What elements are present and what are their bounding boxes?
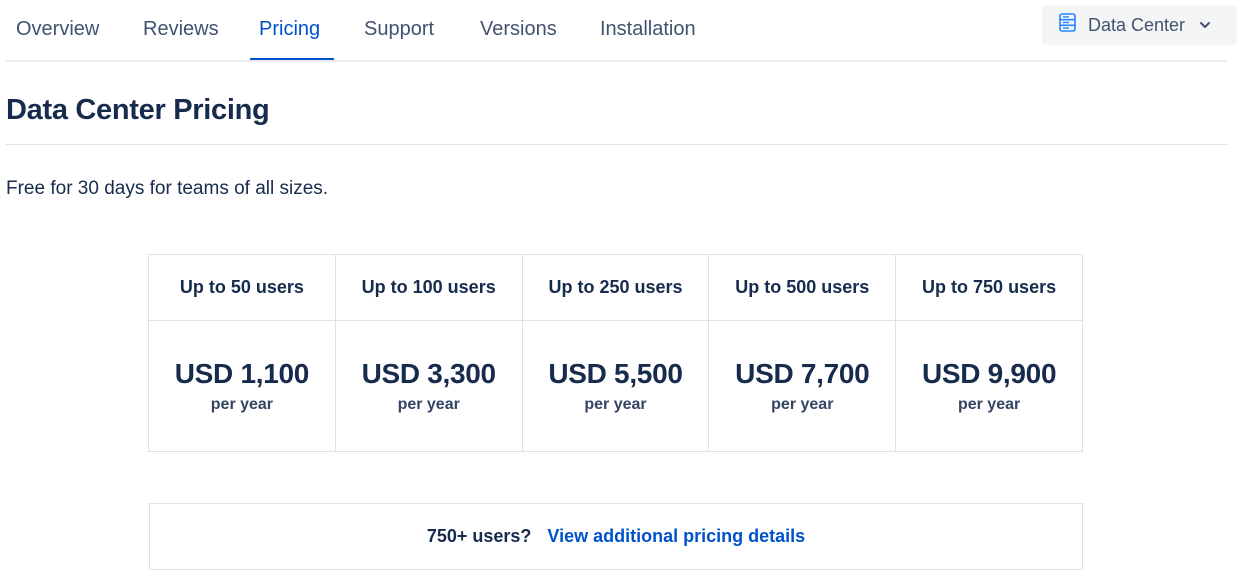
tier-price: USD 7,700 bbox=[735, 358, 869, 390]
pricing-tier: Up to 500 users USD 7,700 per year bbox=[708, 255, 895, 451]
tab-overview[interactable]: Overview bbox=[16, 18, 99, 41]
tier-users: Up to 100 users bbox=[336, 255, 522, 321]
tier-price: USD 5,500 bbox=[548, 358, 682, 390]
additional-users-question: 750+ users? bbox=[427, 526, 532, 547]
pricing-tier: Up to 250 users USD 5,500 per year bbox=[522, 255, 709, 451]
pricing-table: Up to 50 users USD 1,100 per year Up to … bbox=[148, 254, 1083, 452]
tab-versions[interactable]: Versions bbox=[480, 18, 557, 41]
tier-period: per year bbox=[771, 396, 833, 414]
tab-support[interactable]: Support bbox=[364, 18, 434, 41]
tab-divider bbox=[6, 60, 1227, 62]
hosting-type-label: Data Center bbox=[1088, 15, 1185, 36]
pricing-tier: Up to 50 users USD 1,100 per year bbox=[149, 255, 335, 451]
tier-users: Up to 250 users bbox=[523, 255, 709, 321]
hosting-type-dropdown[interactable]: Data Center bbox=[1042, 5, 1237, 45]
tier-period: per year bbox=[958, 396, 1020, 414]
pricing-tier: Up to 100 users USD 3,300 per year bbox=[335, 255, 522, 451]
tier-period: per year bbox=[398, 396, 460, 414]
tier-price: USD 9,900 bbox=[922, 358, 1056, 390]
chevron-down-icon bbox=[1199, 21, 1211, 29]
tier-period: per year bbox=[211, 396, 273, 414]
additional-pricing-box: 750+ users? View additional pricing deta… bbox=[149, 503, 1083, 570]
trial-note: Free for 30 days for teams of all sizes. bbox=[6, 178, 328, 200]
tier-period: per year bbox=[584, 396, 646, 414]
tier-price: USD 3,300 bbox=[362, 358, 496, 390]
title-divider bbox=[6, 144, 1227, 145]
tab-pricing[interactable]: Pricing bbox=[259, 18, 320, 41]
tier-price: USD 1,100 bbox=[175, 358, 309, 390]
tier-users: Up to 50 users bbox=[149, 255, 335, 321]
tab-installation[interactable]: Installation bbox=[600, 18, 696, 41]
additional-pricing-link[interactable]: View additional pricing details bbox=[547, 526, 805, 547]
tier-users: Up to 750 users bbox=[896, 255, 1082, 321]
server-icon bbox=[1059, 13, 1076, 37]
page-title: Data Center Pricing bbox=[6, 94, 269, 127]
tier-users: Up to 500 users bbox=[709, 255, 895, 321]
tab-reviews[interactable]: Reviews bbox=[143, 18, 219, 41]
pricing-tier: Up to 750 users USD 9,900 per year bbox=[895, 255, 1082, 451]
